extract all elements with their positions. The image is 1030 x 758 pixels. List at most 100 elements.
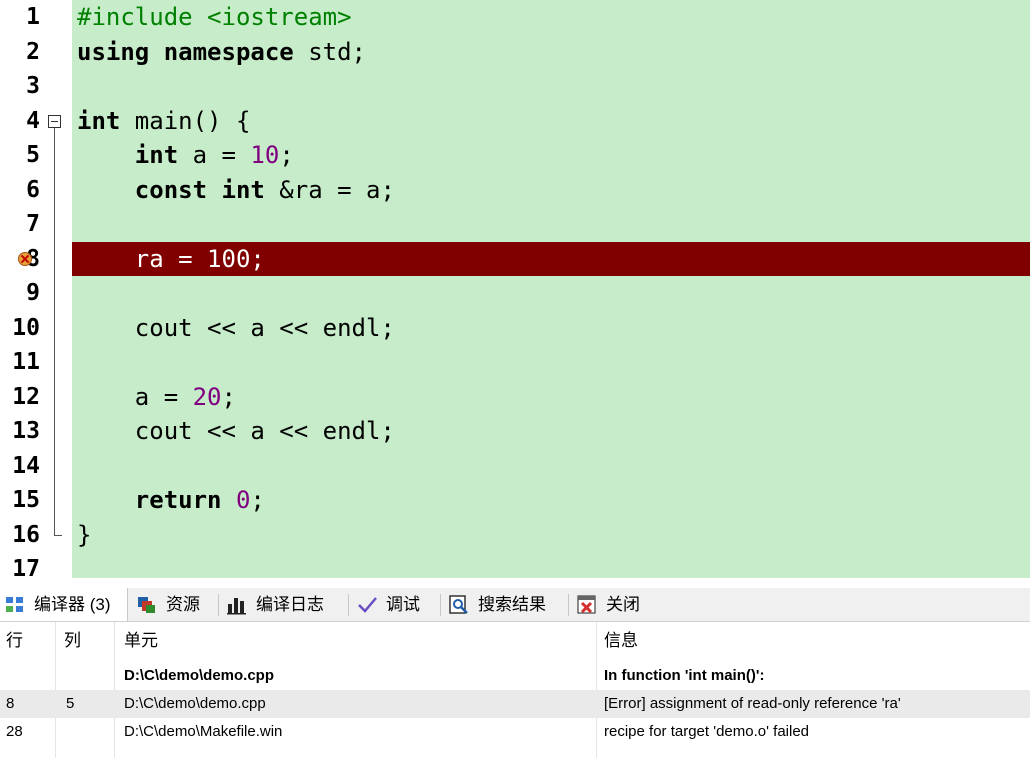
tab-search-results[interactable]: 搜索结果 [444,588,566,621]
code-token: ; [279,141,294,169]
bottom-panel-tabs: 编译器 (3) 资源 编译日志 调试 搜索结果 关闭 [0,588,1030,622]
cell-unit: D:\C\demo\demo.cpp [124,667,275,684]
code-token: using namespace [77,37,294,66]
code-line[interactable]: a = 20; [72,380,1030,414]
line-number[interactable]: 5 [0,138,40,172]
tab-separator [348,594,349,616]
compile-log-chart-icon [227,598,246,615]
line-number[interactable]: 12 [0,380,40,414]
tab-resources[interactable]: 资源 [132,588,216,621]
code-line[interactable]: int a = 10; [72,138,1030,172]
tab-separator [440,594,441,616]
code-line[interactable] [72,207,1030,241]
fold-range-line [54,127,55,535]
code-line[interactable]: #include <iostream> [72,0,1030,34]
code-line[interactable] [72,276,1030,310]
tab-separator [568,594,569,616]
code-line[interactable]: } [72,518,1030,552]
code-line[interactable]: const int &ra = a; [72,173,1030,207]
code-token: #include <iostream> [77,3,352,31]
tab-debug[interactable]: 调试 [352,588,438,621]
line-number[interactable]: 11 [0,345,40,379]
line-number[interactable]: 10 [0,311,40,345]
code-token: } [77,520,92,549]
line-number[interactable]: 6 [0,173,40,207]
compiler-grid-icon [6,597,23,612]
fold-collapse-icon[interactable] [48,114,61,128]
line-number-gutter[interactable]: 1 2 3 4 5 6 7 8 9 10 11 12 13 14 15 16 17 [0,0,72,578]
table-row[interactable]: 28 D:\C\demo\Makefile.win recipe for tar… [0,718,1030,746]
cell-info: recipe for target 'demo.o' failed [604,723,810,740]
line-number[interactable]: 16 [0,518,40,552]
code-token: const int [134,175,265,204]
line-number[interactable]: 2 [0,35,40,69]
table-row[interactable]: D:\C\demo\demo.cpp In function 'int main… [0,662,1030,690]
code-token: a = [77,382,193,411]
code-token: cout << a << endl; [77,313,395,342]
tab-close[interactable]: 关闭 [572,588,656,621]
code-area[interactable]: #include <iostream> using namespace std; i… [72,0,1030,578]
code-line[interactable] [72,552,1030,578]
code-token: 20 [192,382,222,411]
code-line[interactable]: int main() { [72,104,1030,138]
cell-unit: D:\C\demo\Makefile.win [124,723,283,740]
resources-icon [138,597,155,613]
line-number[interactable]: 9 [0,276,40,310]
line-number[interactable]: 17 [0,552,40,578]
code-token: 10 [250,141,280,169]
line-number[interactable]: 1 [0,0,40,34]
cell-col: 5 [66,695,75,712]
code-line[interactable]: using namespace std; [72,35,1030,69]
line-number[interactable]: 13 [0,414,40,448]
code-token: main() { [120,106,251,135]
line-number[interactable]: 3 [0,69,40,103]
line-number[interactable]: 15 [0,483,40,517]
tab-close-label: 关闭 [606,595,640,614]
cell-info: [Error] assignment of read-only referenc… [604,695,901,712]
tab-compiler-label: 编译器 (3) [34,595,111,614]
code-line[interactable]: return 0; [72,483,1030,517]
tab-resources-label: 资源 [166,595,200,614]
code-token: &ra = a; [264,175,395,204]
code-line[interactable]: cout << a << endl; [72,311,1030,345]
code-token: ; [221,382,236,411]
code-token: int [77,106,121,135]
code-token: 0 [235,486,251,514]
code-token: cout << a << endl; [77,417,395,445]
line-number[interactable]: 14 [0,449,40,483]
cell-info: In function 'int main()': [604,667,765,684]
code-line[interactable]: cout << a << endl; [72,414,1030,448]
column-header-unit[interactable]: 单元 [124,622,158,660]
code-line[interactable] [72,69,1030,103]
code-editor[interactable]: 1 2 3 4 5 6 7 8 9 10 11 12 13 14 15 16 17 #include <iost… [0,0,1030,578]
compiler-messages-table: 行 列 单元 信息 D:\C\demo\demo.cpp In function… [0,622,1030,758]
column-header-line[interactable]: 行 [6,622,23,660]
debug-check-icon [358,597,377,613]
tab-separator [218,594,219,616]
code-line[interactable] [72,345,1030,379]
line-number[interactable]: 4 [0,104,40,138]
code-token: int [134,141,179,169]
column-header-info[interactable]: 信息 [604,622,638,660]
column-header-col[interactable]: 列 [64,622,81,660]
tab-search-results-label: 搜索结果 [478,595,546,614]
cell-line: 28 [6,723,23,740]
cell-unit: D:\C\demo\demo.cpp [124,695,266,712]
error-highlighted-line[interactable]: ra = 100; [72,241,1030,276]
tab-compile-log[interactable]: 编译日志 [222,588,346,621]
table-row[interactable]: 8 5 D:\C\demo\demo.cpp [Error] assignmen… [0,690,1030,718]
tab-compile-log-label: 编译日志 [256,595,324,614]
tab-debug-label: 调试 [386,595,420,614]
close-panel-icon [577,595,596,614]
code-token: return [134,486,222,514]
code-line[interactable] [72,449,1030,483]
code-token: ra = 100; [77,244,265,273]
search-results-icon [449,595,468,614]
error-marker-icon[interactable] [18,251,32,266]
code-token: a = [178,141,251,169]
line-number[interactable]: 7 [0,207,40,241]
tab-compiler[interactable]: 编译器 (3) [0,588,128,621]
